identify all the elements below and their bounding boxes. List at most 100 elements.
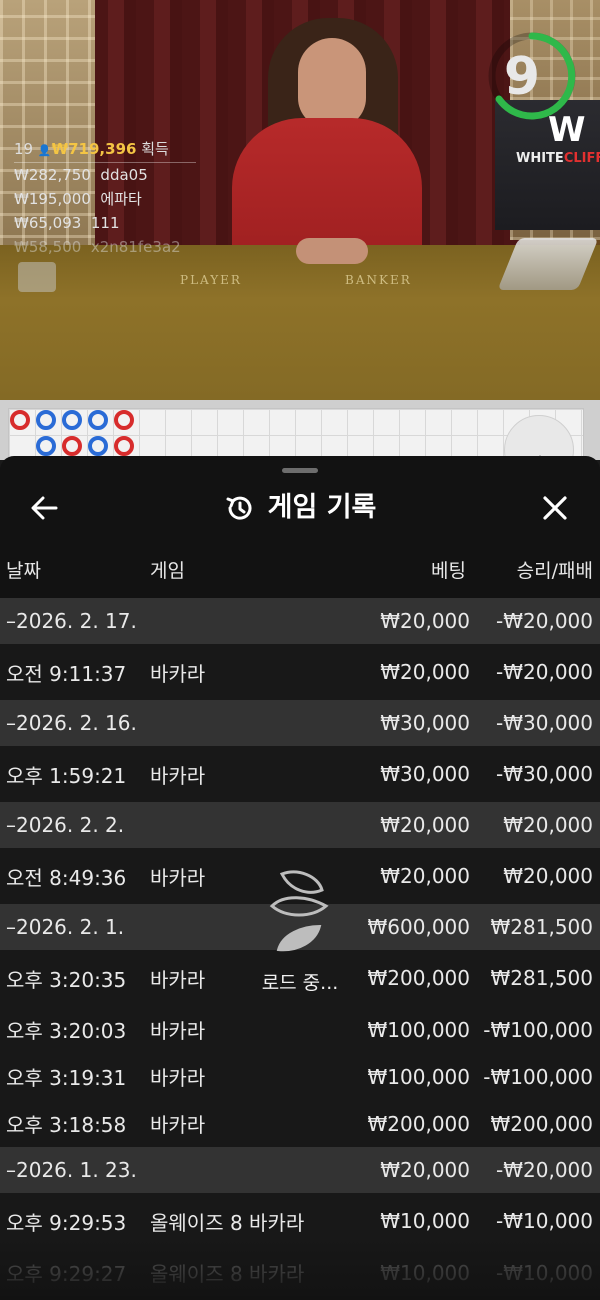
countdown-timer: 9 (503, 47, 541, 107)
winners-header: 19 👤₩719,396 획득 (14, 137, 196, 163)
dealer-hands (296, 238, 368, 264)
close-button[interactable] (532, 486, 578, 530)
row-date: –2026. 2. 16. (6, 711, 137, 735)
row-time: 오후 9:29:53 (6, 1210, 127, 1235)
bead-blue (88, 410, 108, 430)
row-game: 올웨이즈 8 바카라 (150, 1210, 305, 1235)
game-record-row: 오전 9:11:37 바카라 ₩20,000 -₩20,000 (0, 644, 600, 700)
row-win-loss: -₩10,000 (496, 1209, 593, 1233)
row-date: –2026. 2. 17. (6, 609, 137, 633)
game-record-row: 오후 3:19:31 바카라 ₩100,000 -₩100,000 (0, 1053, 600, 1100)
felt-banker-label: BANKER (345, 273, 412, 287)
bead-red (114, 410, 134, 430)
row-game: 바카라 (150, 967, 206, 992)
loading-text: 로드 중... (261, 972, 339, 994)
date-group-row[interactable]: –2026. 2. 17. ₩20,000 -₩20,000 (0, 598, 600, 644)
row-game: 바카라 (150, 1066, 206, 1090)
row-bet: ₩30,000 (380, 711, 470, 735)
sheet-title: 게임 기록 (267, 492, 377, 523)
row-bet: ₩20,000 (380, 660, 470, 684)
game-record-row: 오후 9:29:53 올웨이즈 8 바카라 ₩10,000 -₩10,000 (0, 1193, 600, 1249)
row-game: 바카라 (150, 865, 206, 890)
row-time: 오후 3:18:58 (6, 1113, 127, 1137)
back-button[interactable] (22, 486, 68, 530)
game-record-row: 오후 3:20:03 바카라 ₩100,000 -₩100,000 (0, 1006, 600, 1053)
row-win-loss: -₩20,000 (496, 609, 593, 633)
winners-suffix: 획득 (141, 140, 169, 158)
row-bet: ₩600,000 (367, 915, 470, 939)
person-icon: 👤 (37, 144, 52, 157)
winner-row: ₩65,093 111 (14, 214, 120, 232)
row-game: 올웨이즈 8 바카라 (150, 1262, 305, 1286)
column-header-game: 게임 (150, 560, 185, 582)
row-bet: ₩20,000 (380, 864, 470, 888)
row-win-loss: -₩20,000 (496, 1158, 593, 1182)
row-bet: ₩100,000 (367, 1017, 470, 1042)
spinner-icon (269, 870, 329, 952)
row-game: 바카라 (150, 661, 206, 686)
row-time: 오후 1:59:21 (6, 763, 127, 788)
winners-count: 19 (14, 140, 34, 158)
date-group-row[interactable]: –2026. 2. 2. ₩20,000 ₩20,000 (0, 802, 600, 848)
date-group-row[interactable]: –2026. 1. 23. ₩20,000 -₩20,000 (0, 1147, 600, 1193)
row-bet: ₩100,000 (367, 1064, 470, 1089)
dealer-face (298, 38, 366, 128)
history-icon (226, 496, 252, 520)
close-icon (543, 496, 567, 520)
row-time: 오후 3:19:31 (6, 1066, 127, 1090)
game-record-row: 오후 3:18:58 바카라 ₩200,000 ₩200,000 (0, 1100, 600, 1147)
winners-total: ₩719,396 (51, 140, 137, 158)
row-bet: ₩200,000 (367, 1111, 470, 1136)
loading-indicator: 로드 중... (250, 866, 350, 995)
bead-blue (88, 436, 108, 456)
row-win-loss: ₩20,000 (503, 864, 593, 888)
winner-row: ₩58,500 x2n81fe3a2 (14, 238, 181, 256)
bead-blue (36, 410, 56, 430)
row-win-loss: ₩281,500 (490, 966, 593, 990)
row-time: 오전 8:49:36 (6, 865, 127, 890)
arrow-left-icon (31, 496, 58, 520)
row-date: –2026. 2. 2. (6, 813, 125, 837)
row-win-loss: -₩100,000 (483, 1064, 593, 1089)
winners-list: 19 👤₩719,396 획득 ₩282,750 dda05 ₩195,000 … (14, 137, 204, 259)
bead-red (62, 436, 82, 456)
brand-logo-text: WHITECLIFF (516, 151, 600, 166)
column-header-date: 날짜 (6, 560, 41, 582)
row-win-loss: ₩200,000 (490, 1111, 593, 1136)
felt-player-label: PLAYER (180, 273, 242, 287)
bead-blue (62, 410, 82, 430)
row-win-loss: -₩20,000 (496, 660, 593, 684)
winner-row: ₩195,000 에파타 (14, 190, 142, 208)
sheet-header: 게임 기록 (0, 486, 600, 530)
sheet-drag-handle[interactable] (282, 468, 318, 473)
winner-row: ₩282,750 dda05 (14, 166, 148, 184)
row-time: 오후 3:20:35 (6, 967, 127, 992)
row-bet: ₩10,000 (380, 1209, 470, 1233)
column-header-win-loss: 승리/패배 (516, 560, 593, 582)
row-win-loss: ₩20,000 (503, 813, 593, 837)
row-game: 바카라 (150, 1019, 206, 1043)
row-win-loss: ₩281,500 (490, 915, 593, 939)
row-win-loss: -₩10,000 (496, 1260, 593, 1285)
bead-red (114, 436, 134, 456)
row-game: 바카라 (150, 1113, 206, 1137)
column-header-bet: 베팅 (431, 560, 466, 582)
game-history-sheet: 게임 기록 날짜 게임 베팅 승리/패배 –2026. 2. 17. ₩20,00… (0, 456, 600, 1300)
date-group-row[interactable]: –2026. 2. 16. ₩30,000 -₩30,000 (0, 700, 600, 746)
card-discard-box (18, 262, 56, 292)
row-time: 오후 9:29:27 (6, 1262, 127, 1286)
row-bet: ₩200,000 (367, 966, 470, 990)
row-bet: ₩20,000 (380, 813, 470, 837)
row-date: –2026. 1. 23. (6, 1158, 137, 1182)
row-bet: ₩20,000 (380, 609, 470, 633)
live-video: W WHITECLIFF PLAYER BANKER 9 19 👤₩719,39… (0, 0, 600, 400)
row-bet: ₩20,000 (380, 1158, 470, 1182)
row-time: 오전 9:11:37 (6, 661, 127, 686)
bead-red (10, 410, 30, 430)
row-game: 바카라 (150, 763, 206, 788)
row-win-loss: -₩100,000 (483, 1017, 593, 1042)
bead-blue (36, 436, 56, 456)
row-bet: ₩10,000 (380, 1260, 470, 1285)
row-time: 오후 3:20:03 (6, 1019, 127, 1043)
row-win-loss: -₩30,000 (496, 711, 593, 735)
